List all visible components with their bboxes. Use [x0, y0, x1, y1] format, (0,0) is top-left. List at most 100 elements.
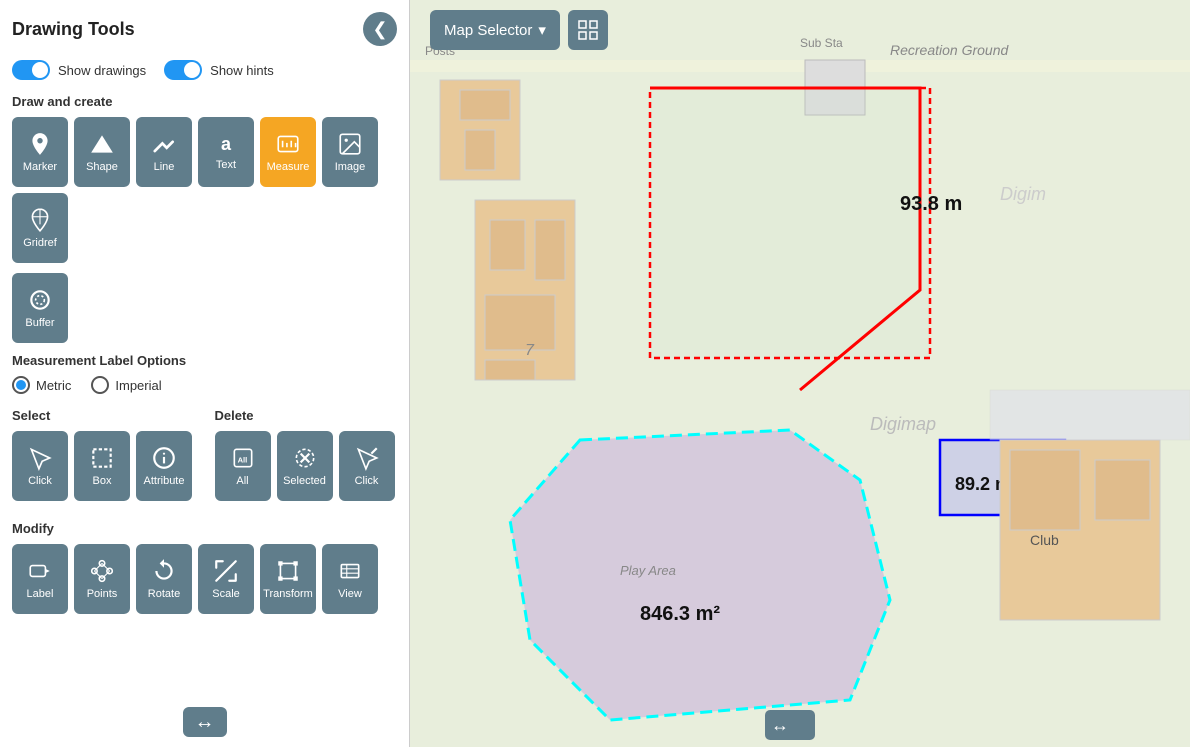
- delete-selected-icon: [292, 445, 318, 471]
- image-label: Image: [335, 161, 366, 173]
- delete-click-label: Click: [355, 475, 379, 487]
- select-box-label: Box: [93, 475, 112, 487]
- select-box-button[interactable]: Box: [74, 431, 130, 501]
- measurement-846: 846.3 m²: [640, 603, 720, 625]
- show-hints-toggle[interactable]: [164, 60, 202, 80]
- map-toolbar: Map Selector ▾: [430, 10, 608, 50]
- transform-label: Transform: [263, 588, 313, 600]
- box-icon: [89, 445, 115, 471]
- view-tool-button[interactable]: View: [322, 544, 378, 614]
- rotate-label: Rotate: [148, 588, 180, 600]
- gridref-icon: [27, 207, 53, 233]
- modify-section: Modify Label Points Rotate Scale: [12, 521, 397, 614]
- marker-icon: [27, 131, 53, 157]
- delete-title: Delete: [215, 408, 398, 423]
- select-attribute-button[interactable]: Attribute: [136, 431, 192, 501]
- metric-radio[interactable]: [12, 376, 30, 394]
- marker-tool-button[interactable]: Marker: [12, 117, 68, 187]
- draw-section-title: Draw and create: [12, 94, 397, 109]
- delete-all-button[interactable]: All All: [215, 431, 271, 501]
- svg-text:7: 7: [525, 342, 535, 359]
- map-selector-arrow: ▾: [538, 21, 546, 39]
- gridref-label: Gridref: [23, 237, 57, 249]
- select-click-label: Click: [28, 475, 52, 487]
- imperial-label: Imperial: [115, 378, 161, 393]
- shape-tool-button[interactable]: Shape: [74, 117, 130, 187]
- delete-selected-button[interactable]: Selected: [277, 431, 333, 501]
- panel-title: Drawing Tools: [12, 19, 135, 40]
- radio-group: Metric Imperial: [12, 376, 397, 394]
- buffer-tool-button[interactable]: Buffer: [12, 273, 68, 343]
- measurement-93: 93.8 m: [900, 193, 962, 215]
- text-tool-button[interactable]: a Text: [198, 117, 254, 187]
- scale-label: Scale: [212, 588, 240, 600]
- rotate-icon: [151, 558, 177, 584]
- image-tool-button[interactable]: Image: [322, 117, 378, 187]
- measure-icon: [275, 131, 301, 157]
- collapse-button[interactable]: ❮: [363, 12, 397, 46]
- select-delete-row: Select Click Box Attribute: [12, 408, 397, 511]
- measurement-options: Measurement Label Options Metric Imperia…: [12, 353, 397, 394]
- grid-button[interactable]: [568, 10, 608, 50]
- label-icon: [27, 558, 53, 584]
- gridref-tool-button[interactable]: Gridref: [12, 193, 68, 263]
- delete-tools-grid: All All Selected Click: [215, 431, 398, 501]
- label-tool-button[interactable]: Label: [12, 544, 68, 614]
- view-label: View: [338, 588, 362, 600]
- points-icon: [89, 558, 115, 584]
- modify-tools-grid: Label Points Rotate Scale Transform: [12, 544, 397, 614]
- text-icon: a: [221, 134, 231, 155]
- map-selector-label: Map Selector: [444, 22, 532, 39]
- marker-label: Marker: [23, 161, 57, 173]
- show-drawings-label: Show drawings: [58, 63, 146, 78]
- select-attribute-label: Attribute: [144, 475, 185, 487]
- toggles-row: Show drawings Show hints: [12, 60, 397, 80]
- shape-label: Shape: [86, 161, 118, 173]
- rotate-tool-button[interactable]: Rotate: [136, 544, 192, 614]
- metric-option[interactable]: Metric: [12, 376, 71, 394]
- line-label: Line: [154, 161, 175, 173]
- label-tool-label: Label: [27, 588, 54, 600]
- scale-tool-button[interactable]: Scale: [198, 544, 254, 614]
- transform-icon: [275, 558, 301, 584]
- measurement-title: Measurement Label Options: [12, 353, 397, 368]
- buffer-grid: Buffer: [12, 273, 397, 343]
- drawing-tools-panel: Drawing Tools ❮ Show drawings Show hints…: [0, 0, 410, 747]
- select-tools-grid: Click Box Attribute: [12, 431, 195, 501]
- info-icon: [151, 445, 177, 471]
- view-icon: [337, 558, 363, 584]
- delete-click-button[interactable]: Click: [339, 431, 395, 501]
- points-label: Points: [87, 588, 118, 600]
- measure-tool-button[interactable]: Measure: [260, 117, 316, 187]
- select-click-button[interactable]: Click: [12, 431, 68, 501]
- imperial-radio[interactable]: [91, 376, 109, 394]
- scale-icon: [213, 558, 239, 584]
- show-drawings-toggle[interactable]: [12, 60, 50, 80]
- imperial-option[interactable]: Imperial: [91, 376, 161, 394]
- cursor-icon: [27, 445, 53, 471]
- image-icon: [337, 131, 363, 157]
- show-drawings-toggle-group: Show drawings: [12, 60, 146, 80]
- grid-icon: [578, 20, 598, 40]
- metric-label: Metric: [36, 378, 71, 393]
- points-tool-button[interactable]: Points: [74, 544, 130, 614]
- line-tool-button[interactable]: Line: [136, 117, 192, 187]
- delete-section: Delete All All Selected Click: [215, 408, 398, 511]
- delete-click-icon: [354, 445, 380, 471]
- select-title: Select: [12, 408, 195, 423]
- transform-tool-button[interactable]: Transform: [260, 544, 316, 614]
- delete-selected-label: Selected: [283, 475, 326, 487]
- club-label: Club: [1030, 532, 1059, 548]
- line-icon: [151, 131, 177, 157]
- modify-title: Modify: [12, 521, 397, 536]
- select-section: Select Click Box Attribute: [12, 408, 195, 511]
- buffer-icon: [27, 287, 53, 313]
- map-selector-button[interactable]: Map Selector ▾: [430, 10, 560, 50]
- digimap-label-2: Digim: [1000, 184, 1046, 204]
- measure-label: Measure: [267, 161, 310, 173]
- substa-label: Sub Sta: [800, 36, 843, 50]
- panel-header: Drawing Tools ❮: [12, 12, 397, 46]
- digimap-label-1: Digimap: [870, 414, 936, 434]
- buffer-label: Buffer: [25, 317, 54, 329]
- map-svg: 7 93.8 m 89.2 m² Play Area 846.3 m² Club…: [410, 0, 1190, 747]
